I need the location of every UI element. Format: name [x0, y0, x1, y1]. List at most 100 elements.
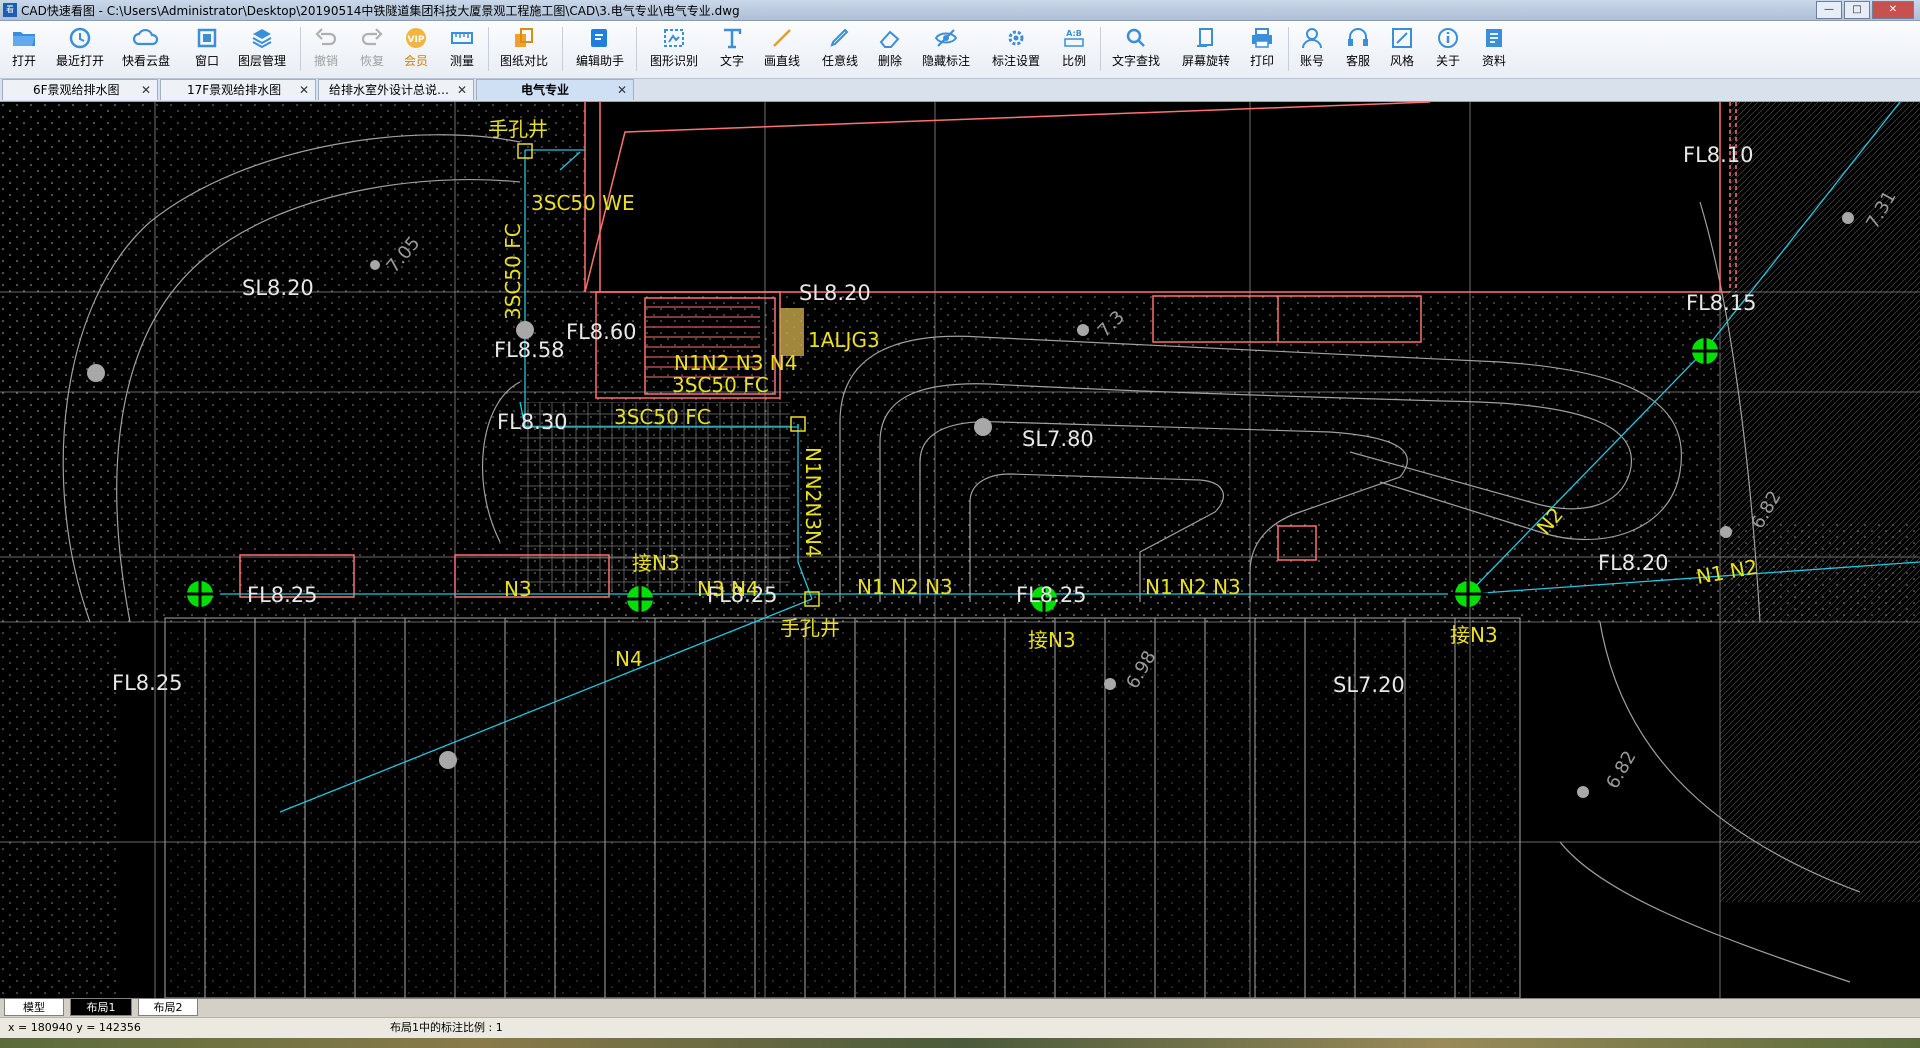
- annotation: 手孔井: [780, 616, 840, 640]
- annotation: N1N2N3N4: [801, 447, 825, 558]
- redo-button[interactable]: 恢复: [358, 23, 386, 75]
- elevation-label: FL8.15: [1686, 291, 1757, 315]
- tab-6f-drainage[interactable]: 6F景观给排水图 ✕: [2, 79, 158, 100]
- shape-recognize-button[interactable]: 图形识别: [648, 23, 700, 75]
- ratio-button[interactable]: A:B 比例: [1060, 23, 1088, 75]
- vip-button[interactable]: VIP 会员: [402, 23, 430, 75]
- line-icon: [773, 29, 791, 47]
- hide-annotation-button[interactable]: 隐藏标注: [920, 23, 972, 75]
- toolbar-separator: [488, 27, 489, 71]
- resources-button[interactable]: 资料: [1480, 23, 1508, 75]
- toolbar-separator: [1288, 27, 1289, 71]
- delete-button[interactable]: 删除: [876, 23, 904, 75]
- about-button[interactable]: 关于: [1434, 23, 1462, 75]
- annotation: N3: [504, 577, 532, 601]
- tab-drainage-notes[interactable]: 给排水室外设计总说… ✕: [318, 79, 474, 100]
- window-title: CAD快速看图 - C:\Users\Administrator\Desktop…: [21, 3, 740, 18]
- undo-button[interactable]: 撤销: [312, 23, 340, 75]
- compare-icon: [515, 28, 533, 47]
- pencil-icon: [830, 28, 849, 47]
- compare-button[interactable]: 图纸对比: [498, 23, 550, 75]
- open-button[interactable]: 打开: [6, 23, 42, 75]
- window-button[interactable]: 窗口: [192, 23, 222, 75]
- close-icon[interactable]: ✕: [299, 80, 309, 101]
- customer-service-button[interactable]: 客服: [1344, 23, 1372, 75]
- tab-model[interactable]: 模型: [4, 999, 64, 1016]
- gear-icon: [1008, 30, 1024, 46]
- layer-manager-button[interactable]: 图层管理: [236, 23, 288, 75]
- toolbar-separator: [300, 27, 301, 71]
- draw-line-button[interactable]: 画直线: [762, 23, 802, 75]
- style-button[interactable]: 风格: [1388, 23, 1416, 75]
- rotate-icon: [1197, 28, 1213, 47]
- rotate-screen-button[interactable]: 屏幕旋转: [1180, 23, 1232, 75]
- elevation-label: FL8.30: [497, 410, 568, 434]
- annotation: N1 N2 N3: [1145, 575, 1241, 599]
- svg-text:VIP: VIP: [408, 35, 425, 45]
- layout-tab-bar: 模型 布局1 布局2: [0, 998, 1920, 1017]
- svg-text:A:B: A:B: [1066, 29, 1082, 38]
- window-icon: [197, 28, 217, 48]
- elevation-label: SL8.20: [799, 281, 871, 305]
- account-button[interactable]: 账号: [1298, 23, 1326, 75]
- annotation: 接N3: [1028, 628, 1076, 652]
- find-text-button[interactable]: 文字查找: [1110, 23, 1162, 75]
- annotation-settings-button[interactable]: 标注设置: [990, 23, 1042, 75]
- main-toolbar: 打开 最近打开 快看云盘 窗口 图层管理 撤销 恢复 VIP 会员 测量 图纸对…: [0, 21, 1920, 79]
- text-button[interactable]: 文字: [718, 23, 746, 75]
- recent-open-button[interactable]: 最近打开: [52, 23, 108, 75]
- annotation: N1 N2 N3: [857, 575, 953, 599]
- window-controls: — □ ✕: [1816, 1, 1914, 19]
- minimize-button[interactable]: —: [1816, 1, 1842, 19]
- eye-hidden-icon: [934, 29, 958, 47]
- layers-icon: [252, 29, 272, 49]
- folder-open-icon: [13, 32, 35, 46]
- headset-icon: [1348, 28, 1368, 46]
- ratio-icon: A:B: [1064, 29, 1084, 47]
- taskbar-strip: [0, 1038, 1920, 1048]
- elevation-label: FL8.60: [566, 320, 637, 344]
- toolbar-separator: [562, 27, 563, 71]
- toolbar-separator: [636, 27, 637, 71]
- elevation-label: SL7.20: [1333, 673, 1405, 697]
- building-void: [600, 102, 1730, 292]
- redo-icon: [361, 28, 383, 46]
- tab-17f-drainage[interactable]: 17F景观给排水图 ✕: [160, 79, 316, 100]
- cloud-icon: [133, 28, 159, 46]
- edit-assistant-button[interactable]: 编辑助手: [574, 23, 626, 75]
- style-icon: [1392, 28, 1412, 48]
- tab-layout1[interactable]: 布局1: [70, 999, 132, 1016]
- shape-recognize-icon: [664, 29, 684, 47]
- tab-electrical[interactable]: 电气专业 ✕: [476, 79, 634, 100]
- annotation: 3SC50 FC: [614, 405, 711, 429]
- maximize-button[interactable]: □: [1844, 1, 1870, 19]
- annotation: 手孔井: [488, 117, 548, 141]
- elevation-label: FL8.25: [247, 583, 318, 607]
- freehand-line-button[interactable]: 任意线: [820, 23, 860, 75]
- elevation-label: FL8.58: [494, 338, 565, 362]
- eraser-icon: [879, 30, 900, 48]
- annotation: 1ALJG3: [808, 328, 880, 352]
- drawing-canvas[interactable]: SL8.20 SL8.20 SL7.80 SL7.20 FL8.10 FL8.1…: [0, 102, 1920, 998]
- history-icon: [69, 27, 91, 49]
- cloud-drive-button[interactable]: 快看云盘: [118, 23, 174, 75]
- title-bar: 看 CAD快速看图 - C:\Users\Administrator\Deskt…: [0, 0, 1920, 21]
- close-icon[interactable]: ✕: [457, 80, 467, 101]
- toolbar-separator: [1100, 27, 1101, 71]
- tab-layout2[interactable]: 布局2: [138, 999, 198, 1016]
- annotation: 3SC50 WE: [531, 191, 635, 215]
- vip-badge-icon: VIP: [406, 28, 426, 48]
- annotation-scale: 布局1中的标注比例 : 1: [390, 1021, 503, 1034]
- annotation: N3 N4: [697, 577, 759, 601]
- assistant-icon: [591, 29, 607, 47]
- undo-icon: [315, 28, 337, 46]
- close-icon[interactable]: ✕: [617, 80, 627, 101]
- annotation: 3SC50 FC: [672, 373, 769, 397]
- measure-button[interactable]: 测量: [448, 23, 476, 75]
- print-button[interactable]: 打印: [1248, 23, 1276, 75]
- status-bar: x = 180940 y = 142356 布局1中的标注比例 : 1: [0, 1017, 1920, 1038]
- close-icon[interactable]: ✕: [141, 80, 151, 101]
- ruler-icon: [451, 32, 473, 44]
- annotation: N4: [615, 647, 643, 671]
- close-button[interactable]: ✕: [1872, 1, 1914, 19]
